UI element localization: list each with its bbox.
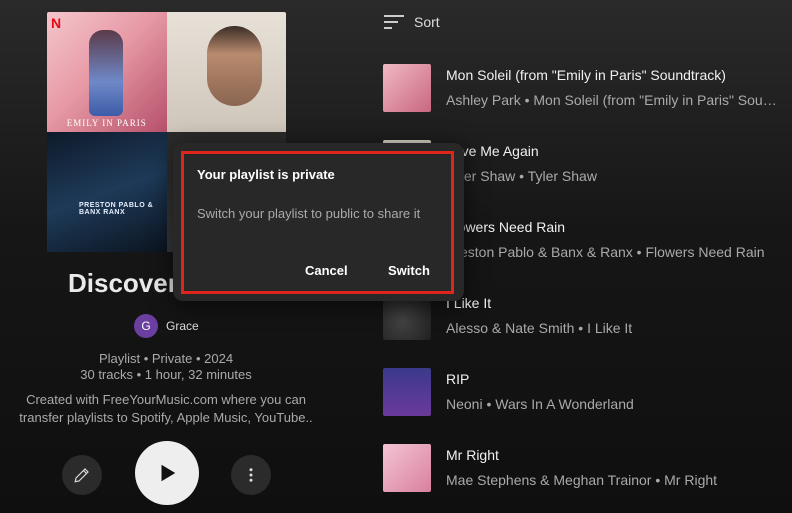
pencil-icon (74, 468, 89, 483)
description-line: Created with FreeYourMusic.com where you… (26, 392, 306, 407)
more-options-button[interactable] (231, 455, 271, 495)
netflix-logo: N (51, 15, 62, 31)
artwork-tile-emily-in-paris: N EMILY IN PARIS (47, 12, 167, 132)
artwork-tile-flowers-need-rain: PRESTON PABLO & BANX RANX (47, 132, 167, 252)
play-icon (161, 464, 176, 482)
artwork-label: PRESTON PABLO & BANX RANX (79, 202, 154, 216)
artwork-figure (89, 30, 123, 116)
playlist-description: Created with FreeYourMusic.com where you… (0, 391, 332, 427)
track-thumbnail (383, 64, 431, 112)
dialog-message: Switch your playlist to public to share … (197, 206, 421, 221)
artwork-caption: EMILY IN PARIS (66, 118, 147, 128)
edit-playlist-button[interactable] (62, 455, 102, 495)
track-subtitle: Neoni • Wars In A Wonderland (446, 396, 634, 412)
artwork-portrait (206, 26, 262, 106)
sort-button[interactable]: Sort (384, 14, 440, 30)
track-row[interactable]: RIP Neoni • Wars In A Wonderland (383, 366, 792, 416)
sort-label: Sort (414, 14, 440, 30)
track-row[interactable]: Mr Right Mae Stephens & Meghan Trainor •… (383, 442, 792, 492)
track-title: RIP (446, 371, 470, 387)
playlist-stats: 30 tracks • 1 hour, 32 minutes (80, 367, 252, 382)
playlist-owner[interactable]: G Grace (134, 314, 199, 338)
sort-icon (384, 14, 404, 30)
description-line: transfer playlists to Spotify, Apple Mus… (19, 410, 313, 425)
track-thumbnail (383, 368, 431, 416)
dialog-title: Your playlist is private (197, 167, 335, 182)
track-subtitle: Alesso & Nate Smith • I Like It (446, 320, 633, 336)
play-button[interactable] (135, 441, 199, 505)
playlist-meta: Playlist • Private • 2024 (98, 351, 234, 366)
switch-button[interactable]: Switch (380, 259, 438, 282)
track-thumbnail (383, 444, 431, 492)
track-subtitle: Preston Pablo & Banx & Ranx • Flowers Ne… (446, 244, 765, 260)
track-subtitle: Mae Stephens & Meghan Trainor • Mr Right (446, 472, 718, 488)
artwork-tile-tyler-shaw (166, 12, 286, 132)
private-playlist-dialog: Your playlist is private Switch your pla… (173, 143, 464, 301)
avatar: G (134, 314, 158, 338)
owner-name: Grace (166, 319, 199, 333)
cancel-button[interactable]: Cancel (297, 259, 356, 282)
more-vert-icon (249, 468, 253, 482)
track-title: Mr Right (446, 447, 499, 463)
track-subtitle: Ashley Park • Mon Soleil (from "Emily in… (446, 92, 780, 108)
playlist-title: Discover (68, 268, 178, 298)
track-subtitle: Tyler Shaw • Tyler Shaw (446, 168, 597, 184)
track-title: Mon Soleil (from "Emily in Paris" Soundt… (446, 67, 726, 83)
track-row[interactable]: Mon Soleil (from "Emily in Paris" Soundt… (383, 62, 792, 112)
